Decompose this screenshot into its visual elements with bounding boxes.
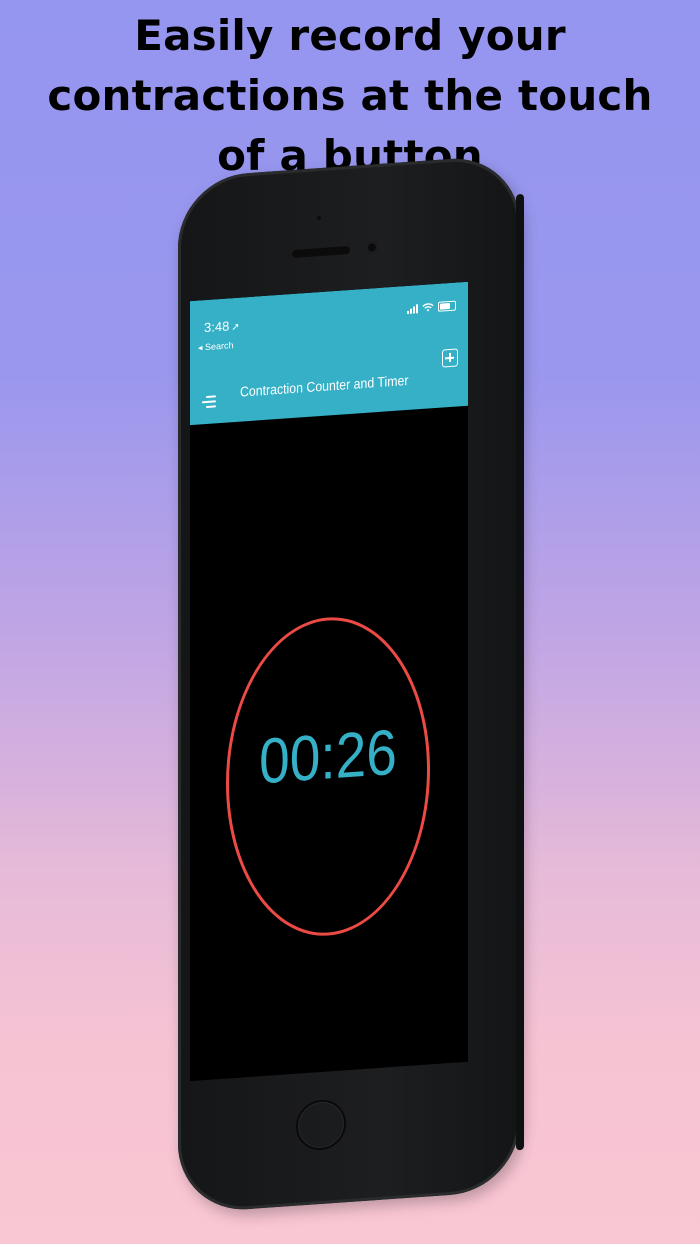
app-screen: 3:48 ➚ ◂ Search Contraction Counter and T… [190,281,468,1082]
wifi-icon [422,303,434,312]
home-button [296,1098,346,1152]
timer-value: 00:26 [259,715,397,798]
status-icons [407,300,456,314]
earpiece-speaker [292,245,350,259]
battery-icon [438,300,456,312]
signal-icon [407,303,418,314]
proximity-sensor [317,216,321,221]
add-icon[interactable] [442,348,458,368]
location-arrow-icon: ➚ [231,321,240,334]
phone-rim [516,193,524,1151]
headline-line: contractions at the touch [47,71,653,120]
page-title: Contraction Counter and Timer [240,371,409,400]
front-camera [366,241,378,254]
promo-headline: Easily record your contractions at the t… [0,6,700,186]
status-time-text: 3:48 [204,318,230,336]
status-time: 3:48 ➚ [204,318,240,335]
menu-icon[interactable] [202,395,216,410]
app-bar: 3:48 ➚ ◂ Search Contraction Counter and T… [190,281,468,426]
headline-line: Easily record your [134,11,566,60]
back-to-search-link[interactable]: ◂ Search [198,340,234,353]
phone-mockup: 3:48 ➚ ◂ Search Contraction Counter and T… [178,154,524,1214]
